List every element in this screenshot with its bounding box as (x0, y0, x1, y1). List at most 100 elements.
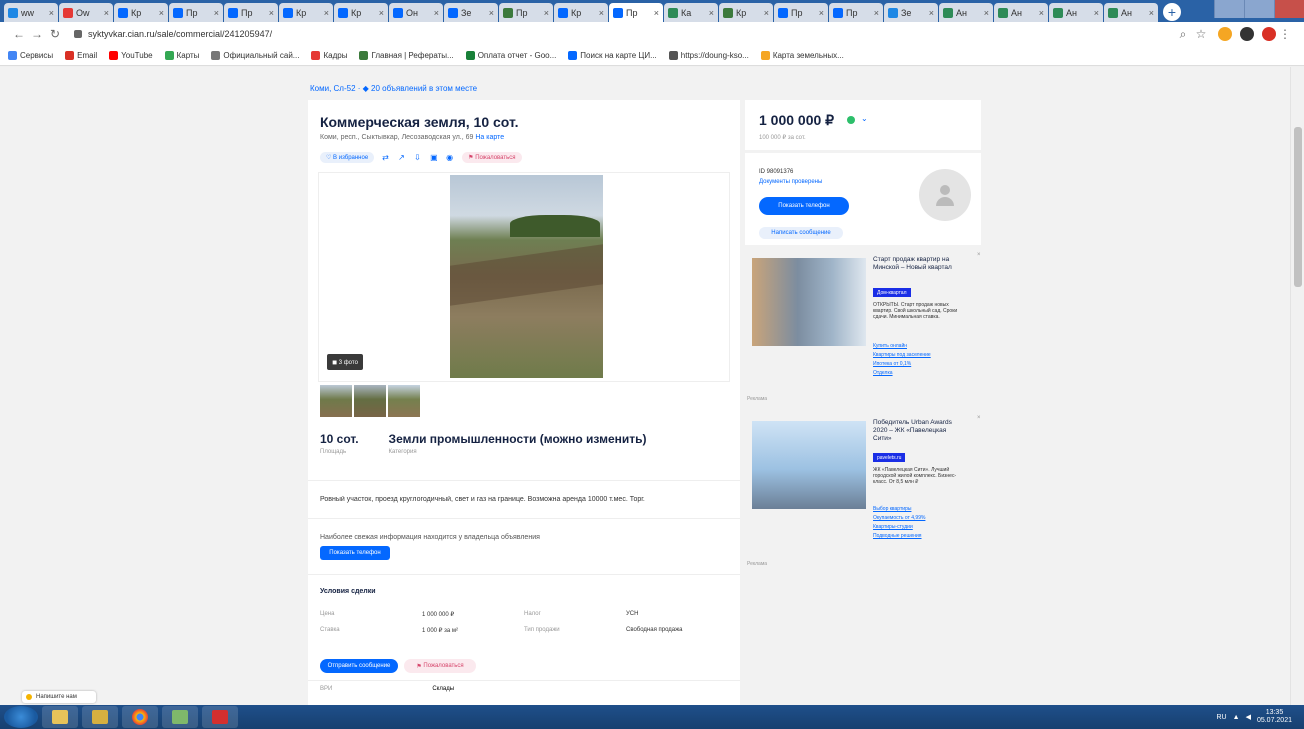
browser-tab[interactable]: Ан × (1049, 3, 1103, 22)
menu-dots-icon[interactable]: ⋮ (1276, 27, 1294, 41)
page-scrollbar[interactable] (1290, 67, 1304, 705)
volume-icon[interactable]: ◀ (1246, 713, 1251, 721)
browser-tab[interactable]: Пр × (774, 3, 828, 22)
close-tab-icon[interactable]: × (269, 8, 274, 18)
minimize-button[interactable] (1214, 0, 1244, 18)
main-photo[interactable] (450, 175, 603, 378)
complain-button[interactable]: ⚑ Пожаловаться (462, 152, 522, 163)
close-tab-icon[interactable]: × (379, 8, 384, 18)
favorite-button[interactable]: ♡ В избранное (320, 152, 375, 163)
close-tab-icon[interactable]: × (984, 8, 989, 18)
address-bar[interactable]: syktyvkar.cian.ru/sale/commercial/241205… (74, 25, 1164, 43)
close-tab-icon[interactable]: × (214, 8, 219, 18)
language-indicator[interactable]: RU (1217, 714, 1227, 721)
map-link[interactable]: На карте (475, 134, 504, 141)
star-icon[interactable]: ☆ (1192, 27, 1210, 41)
taskbar-explorer[interactable] (42, 706, 78, 728)
bookmark-item[interactable]: Кадры (311, 51, 347, 60)
browser-tab[interactable]: Он × (389, 3, 443, 22)
send-message-button[interactable]: Отправить сообщение (320, 659, 398, 673)
close-window-button[interactable] (1274, 0, 1304, 18)
bookmark-item[interactable]: Сервисы (8, 51, 53, 60)
photo-count-badge[interactable]: ◼ 3 фото (327, 354, 363, 370)
browser-tab[interactable]: Кр × (334, 3, 388, 22)
browser-tab[interactable]: Ан × (994, 3, 1048, 22)
photo-thumbnail[interactable] (320, 385, 352, 417)
ad-badge[interactable]: pavelets.ru (873, 453, 906, 462)
browser-tab[interactable]: Кр × (719, 3, 773, 22)
close-tab-icon[interactable]: × (544, 8, 549, 18)
close-tab-icon[interactable]: × (599, 8, 604, 18)
close-tab-icon[interactable]: × (1149, 8, 1154, 18)
browser-tab[interactable]: Пр × (829, 3, 883, 22)
taskbar-folder[interactable] (82, 706, 118, 728)
chat-widget[interactable]: Напишите нам (22, 691, 96, 703)
ad-badge[interactable]: Дом-квартал (873, 288, 911, 297)
chevron-down-icon[interactable]: ⌄ (861, 114, 868, 123)
taskbar-chrome[interactable] (122, 706, 158, 728)
maximize-button[interactable] (1244, 0, 1274, 18)
write-message-button[interactable]: Написать сообщение (759, 227, 843, 239)
close-tab-icon[interactable]: × (1094, 8, 1099, 18)
browser-tab[interactable]: ww × (4, 3, 58, 22)
reload-icon[interactable]: ↻ (46, 27, 64, 41)
share-icon[interactable]: ↗ (398, 153, 406, 162)
breadcrumb[interactable]: Коми, Сл-52 · ◆ 20 объявлений в этом мес… (310, 84, 477, 93)
close-tab-icon[interactable]: × (709, 8, 714, 18)
browser-tab[interactable]: Пр × (169, 3, 223, 22)
clock[interactable]: 13:35 05.07.2021 (1257, 709, 1292, 725)
profile-avatar[interactable] (1262, 27, 1276, 41)
browser-tab[interactable]: Пр × (499, 3, 553, 22)
ad-link[interactable]: Окупаемость от 4,99% (873, 514, 925, 523)
browser-tab[interactable]: Ка × (664, 3, 718, 22)
photo-thumbnail[interactable] (388, 385, 420, 417)
ad-link[interactable]: Купить онлайн (873, 342, 931, 351)
show-phone-sidebar-button[interactable]: Показать телефон (759, 197, 849, 215)
browser-tab[interactable]: Зе × (444, 3, 498, 22)
ad-close-icon[interactable]: × (977, 252, 981, 258)
photo-thumbnail[interactable] (354, 385, 386, 417)
price-trend-icon[interactable] (847, 116, 855, 124)
download-icon[interactable]: ⇩ (414, 153, 422, 162)
taskbar-pdf[interactable] (202, 706, 238, 728)
bookmark-item[interactable]: Главная | Рефераты... (359, 51, 454, 60)
new-tab-button[interactable]: + (1163, 3, 1181, 21)
hide-icon[interactable]: ◉ (446, 153, 454, 162)
bookmark-item[interactable]: Email (65, 51, 97, 60)
photo-gallery[interactable]: ◼ 3 фото (318, 172, 730, 382)
compare-icon[interactable]: ⇄ (382, 153, 390, 162)
ad-image[interactable] (752, 421, 866, 509)
start-button[interactable] (4, 706, 38, 728)
seller-docs-link[interactable]: Документы проверены (759, 179, 822, 185)
extension-icon[interactable] (1218, 27, 1232, 41)
bookmark-item[interactable]: Оплата отчет - Goo... (465, 51, 556, 60)
ad-link[interactable]: Квартиры под заселение (873, 351, 931, 360)
ad-title[interactable]: Победитель Urban Awards 2020 – ЖК «Павел… (873, 419, 963, 443)
sidebar-ad[interactable]: Победитель Urban Awards 2020 – ЖК «Павел… (747, 415, 983, 570)
ad-link[interactable]: Выбор квартиры (873, 505, 925, 514)
browser-tab[interactable]: Зе × (884, 3, 938, 22)
close-tab-icon[interactable]: × (819, 8, 824, 18)
browser-tab[interactable]: Кр × (114, 3, 168, 22)
close-tab-icon[interactable]: × (654, 8, 659, 18)
close-tab-icon[interactable]: × (434, 8, 439, 18)
bookmark-item[interactable]: YouTube (109, 51, 153, 60)
ad-title[interactable]: Старт продаж квартир на Минской – Новый … (873, 256, 963, 272)
print-icon[interactable]: ▣ (430, 153, 438, 162)
ad-image[interactable] (752, 258, 866, 346)
browser-tab[interactable]: Пр × (224, 3, 278, 22)
close-tab-icon[interactable]: × (489, 8, 494, 18)
back-icon[interactable]: ← (10, 27, 28, 41)
extensions-puzzle-icon[interactable] (1240, 27, 1254, 41)
browser-tab[interactable]: Кр × (279, 3, 333, 22)
complain-bottom-button[interactable]: ⚑ Пожаловаться (404, 659, 476, 673)
close-tab-icon[interactable]: × (324, 8, 329, 18)
ad-link[interactable]: Квартиры-студии (873, 523, 925, 532)
forward-icon[interactable]: → (28, 27, 46, 41)
close-tab-icon[interactable]: × (929, 8, 934, 18)
close-tab-icon[interactable]: × (874, 8, 879, 18)
sidebar-ad[interactable]: Старт продаж квартир на Минской – Новый … (747, 252, 983, 407)
ad-link[interactable]: Ипотека от 0,1% (873, 360, 931, 369)
ad-link[interactable]: Подводные решения (873, 532, 925, 541)
bookmark-item[interactable]: Карты (164, 51, 199, 60)
